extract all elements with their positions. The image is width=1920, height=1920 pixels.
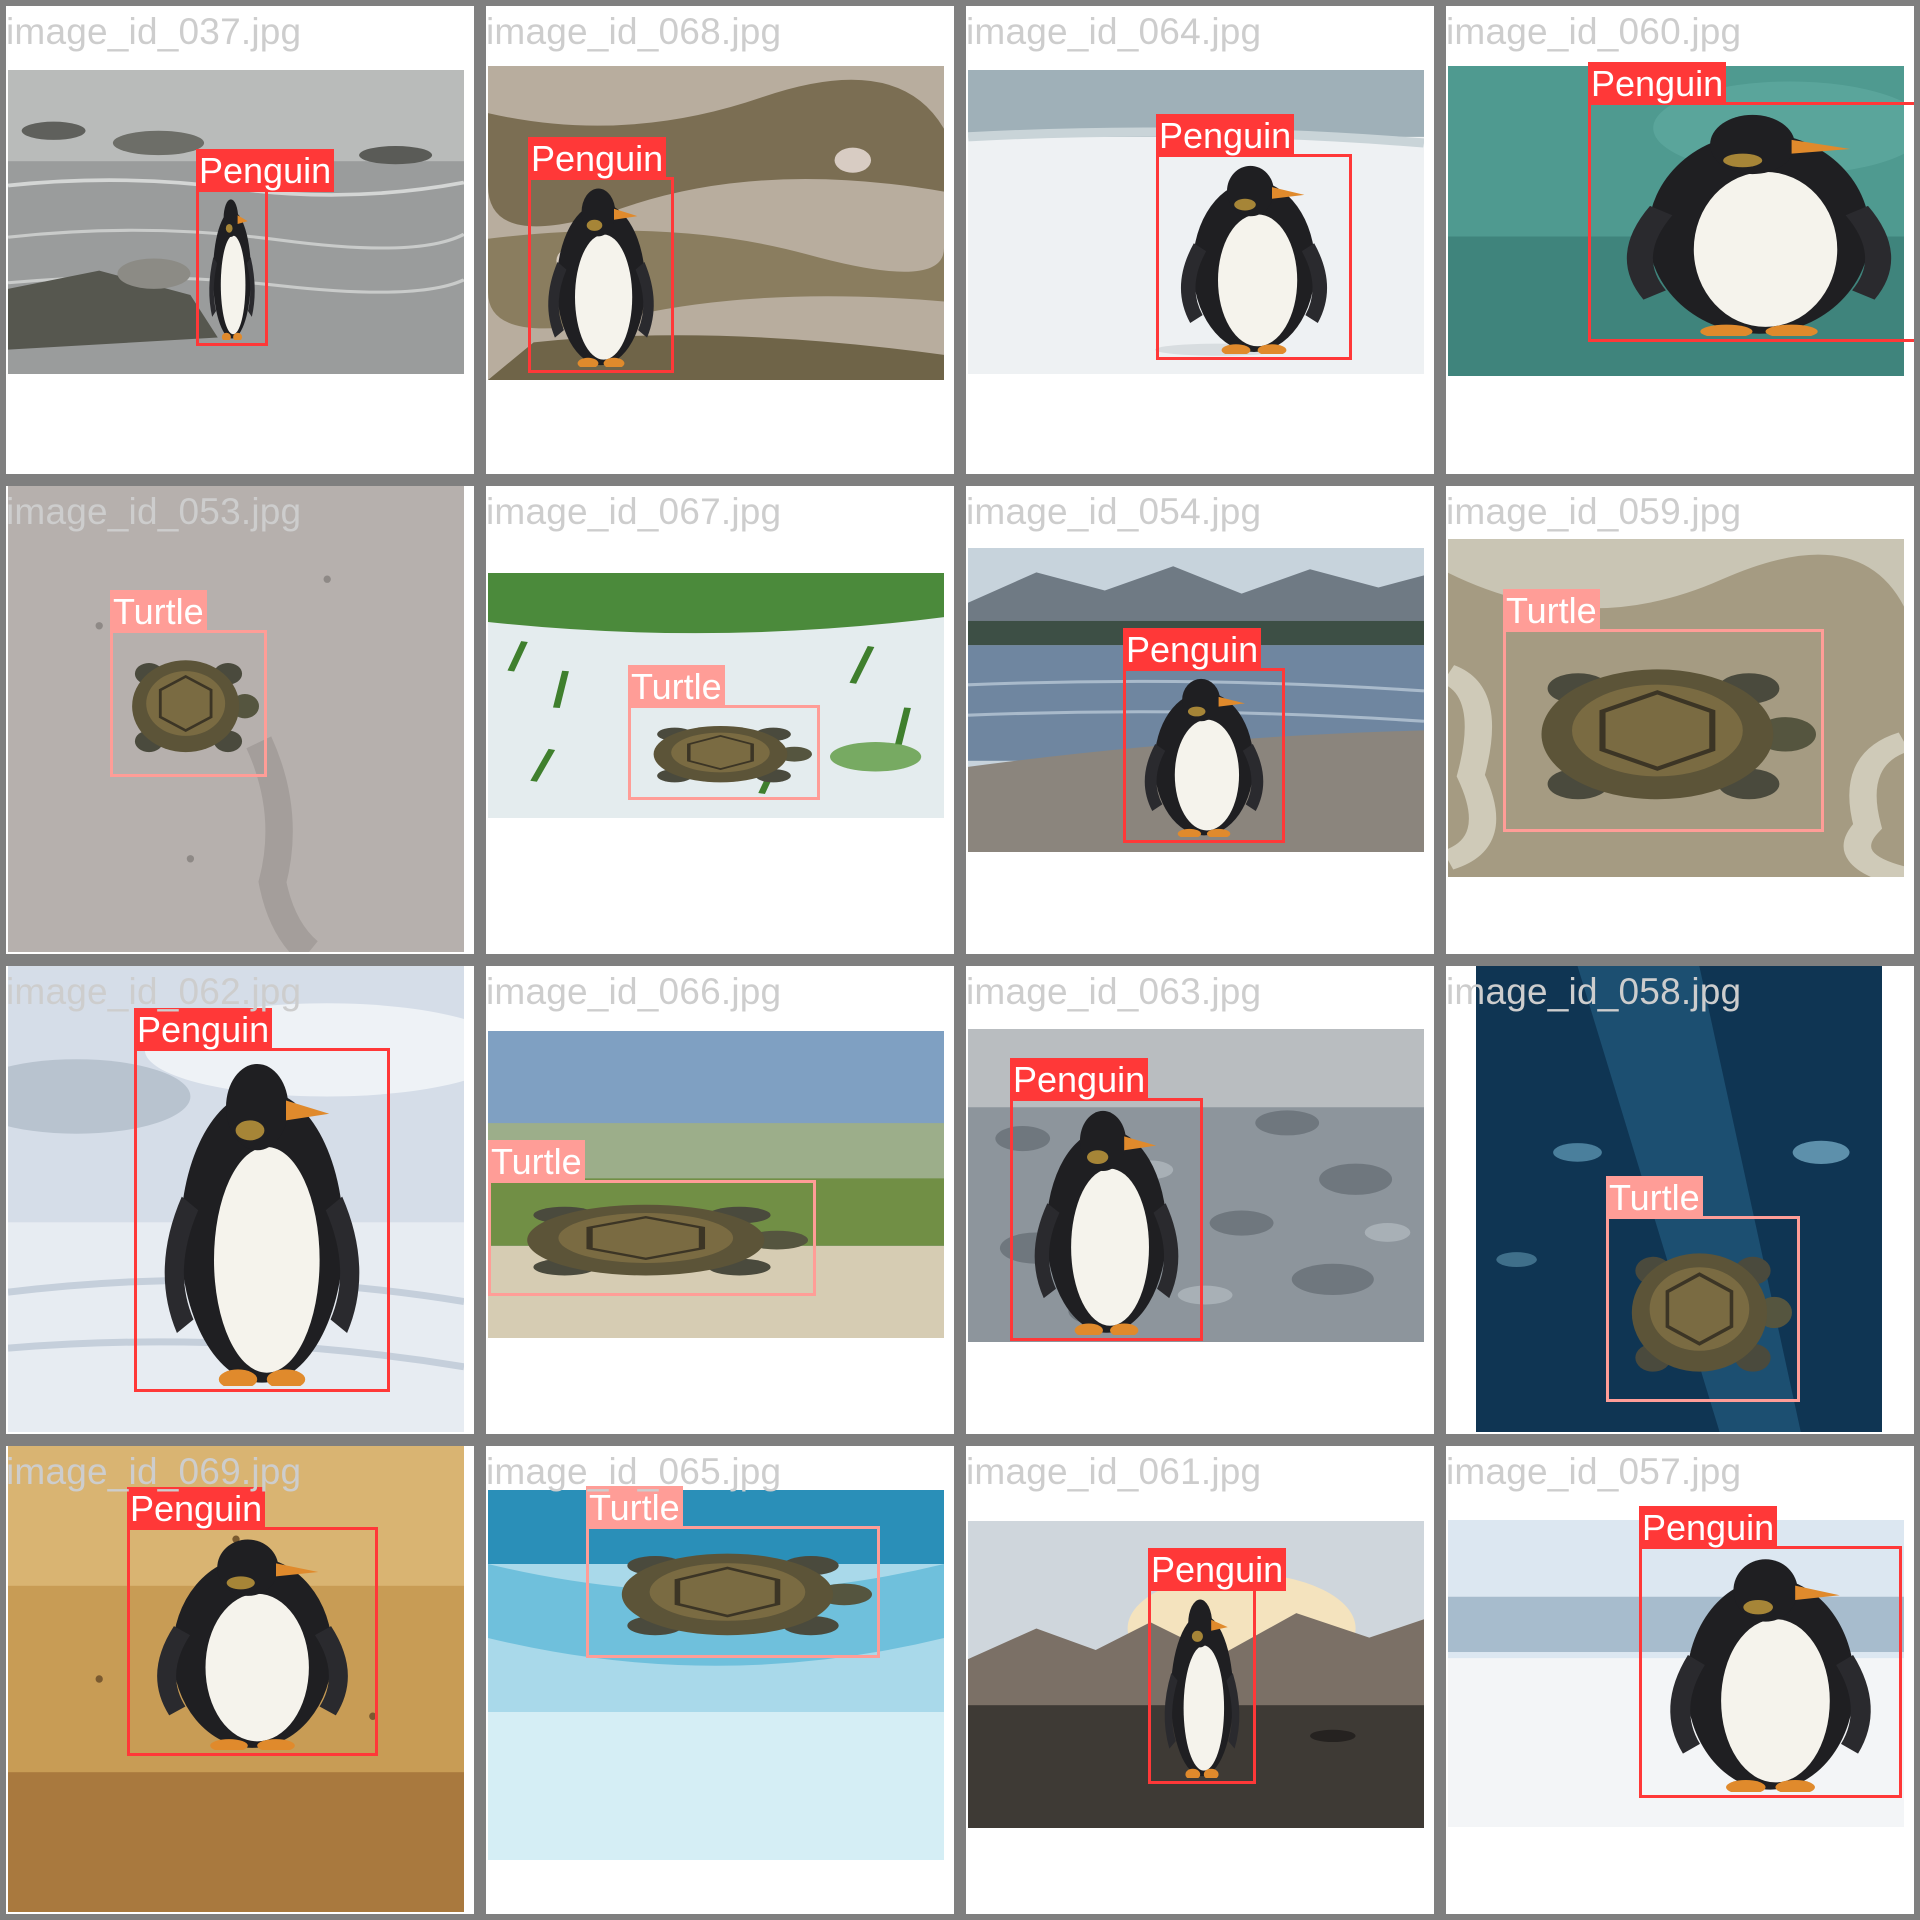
bounding-box: Penguin: [528, 137, 674, 373]
class-label: Penguin: [196, 149, 335, 192]
bounding-box: Penguin: [1156, 114, 1352, 360]
class-label: Turtle: [1503, 589, 1600, 632]
class-label: Turtle: [488, 1140, 585, 1183]
filename-label: image_id_064.jpg: [966, 11, 1262, 52]
class-label: Penguin: [1156, 114, 1295, 157]
mosaic-tile: Turtle image_id_065.jpg: [480, 1440, 960, 1920]
detection-mosaic: Penguin image_id_037.jpg Penguin image_id_0…: [0, 0, 1920, 1920]
mosaic-tile: Penguin image_id_068.jpg: [480, 0, 960, 480]
filename-label: image_id_065.jpg: [486, 1451, 782, 1492]
class-label: Penguin: [1588, 62, 1727, 105]
class-label: Penguin: [1639, 1506, 1778, 1549]
mosaic-tile: Penguin image_id_062.jpg: [0, 960, 480, 1440]
mosaic-tile: Turtle image_id_066.jpg: [480, 960, 960, 1440]
class-label: Penguin: [127, 1487, 266, 1530]
filename-label: image_id_053.jpg: [6, 491, 302, 532]
class-label: Turtle: [586, 1486, 683, 1529]
mosaic-tile: Penguin image_id_057.jpg: [1440, 1440, 1920, 1920]
bounding-box: Penguin: [196, 149, 335, 346]
mosaic-tile: Turtle image_id_053.jpg: [0, 480, 480, 960]
bounding-box: Penguin: [1639, 1506, 1902, 1798]
filename-label: image_id_068.jpg: [486, 11, 782, 52]
filename-label: image_id_057.jpg: [1446, 1451, 1742, 1492]
bounding-box: Penguin: [134, 1008, 390, 1392]
mosaic-tile: Penguin image_id_069.jpg: [0, 1440, 480, 1920]
class-label: Turtle: [1606, 1176, 1703, 1219]
class-label: Turtle: [110, 590, 207, 633]
bounding-box: Turtle: [1606, 1176, 1800, 1402]
bounding-box: Turtle: [488, 1140, 816, 1296]
mosaic-tile: Penguin image_id_063.jpg: [960, 960, 1440, 1440]
class-label: Penguin: [1123, 628, 1262, 671]
class-label: Penguin: [1010, 1058, 1149, 1101]
bounding-box: Penguin: [1010, 1058, 1203, 1341]
bounding-box: Turtle: [110, 590, 267, 777]
mosaic-tile: Penguin image_id_064.jpg: [960, 0, 1440, 480]
class-label: Turtle: [628, 665, 725, 708]
class-label: Penguin: [528, 137, 667, 180]
mosaic-tile: Penguin image_id_061.jpg: [960, 1440, 1440, 1920]
filename-label: image_id_061.jpg: [966, 1451, 1262, 1492]
mosaic-tile: Turtle image_id_067.jpg: [480, 480, 960, 960]
filename-label: image_id_067.jpg: [486, 491, 782, 532]
bounding-box: Penguin: [1588, 62, 1914, 342]
bounding-box: Turtle: [1503, 589, 1824, 832]
bounding-box: Turtle: [586, 1486, 880, 1658]
bounding-box: Penguin: [127, 1487, 378, 1756]
class-label: Penguin: [1148, 1548, 1287, 1591]
filename-label: image_id_062.jpg: [6, 971, 302, 1012]
filename-label: image_id_037.jpg: [6, 11, 302, 52]
filename-label: image_id_066.jpg: [486, 971, 782, 1012]
class-label: Penguin: [134, 1008, 273, 1051]
filename-label: image_id_054.jpg: [966, 491, 1262, 532]
mosaic-tile: Penguin image_id_060.jpg: [1440, 0, 1920, 480]
mosaic-tile: Penguin image_id_054.jpg: [960, 480, 1440, 960]
mosaic-tile: Turtle image_id_059.jpg: [1440, 480, 1920, 960]
filename-label: image_id_059.jpg: [1446, 491, 1742, 532]
mosaic-tile: Turtle image_id_058.jpg: [1440, 960, 1920, 1440]
bounding-box: Turtle: [628, 665, 820, 800]
bounding-box: Penguin: [1148, 1548, 1287, 1784]
filename-label: image_id_063.jpg: [966, 971, 1262, 1012]
mosaic-tile: Penguin image_id_037.jpg: [0, 0, 480, 480]
bounding-box: Penguin: [1123, 628, 1285, 843]
filename-label: image_id_058.jpg: [1446, 971, 1742, 1012]
filename-label: image_id_069.jpg: [6, 1451, 302, 1492]
filename-label: image_id_060.jpg: [1446, 11, 1742, 52]
